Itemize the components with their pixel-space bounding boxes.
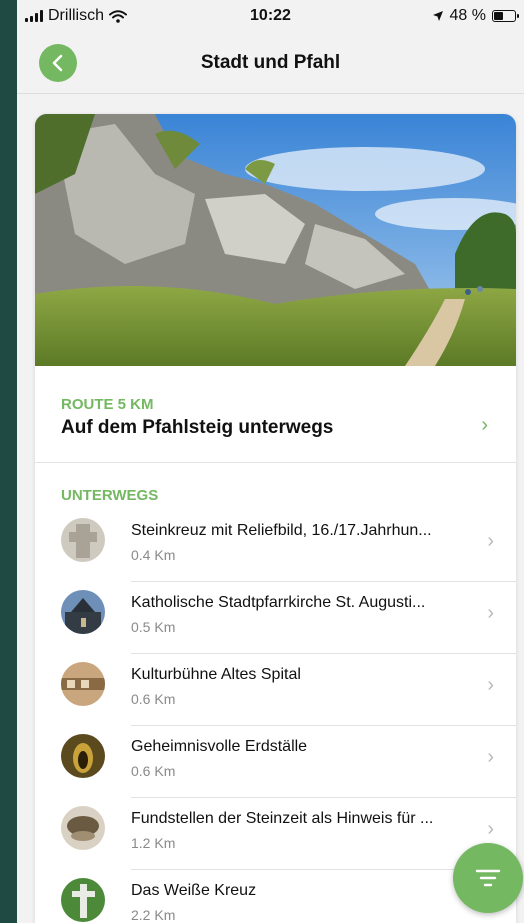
chevron-right-icon: ›: [487, 530, 494, 552]
page-title: Stadt und Pfahl: [200, 52, 341, 73]
battery-icon: [492, 10, 519, 22]
phone-screen: Drillisch 10:22 48 % Stadt und Pfahl ROU…: [17, 0, 524, 923]
chevron-right-icon: ›: [481, 414, 488, 436]
list-item[interactable]: Katholische Stadtpfarrkirche St. Augusti…: [35, 582, 516, 654]
tour-card: ROUTE 5 KM Auf dem Pfahlsteig unterwegs …: [35, 114, 516, 923]
item-distance: 0.6 Km: [131, 691, 176, 707]
section-title: UNTERWEGS: [61, 487, 159, 504]
route-link[interactable]: ROUTE 5 KM Auf dem Pfahlsteig unterwegs …: [35, 366, 516, 463]
filter-button[interactable]: [453, 843, 523, 913]
chevron-right-icon: ›: [487, 602, 494, 624]
item-title: Geheimnisvolle Erdställe: [131, 738, 308, 755]
item-distance: 0.5 Km: [131, 619, 176, 635]
item-title: Steinkreuz mit Reliefbild, 16./17.Jahrhu…: [131, 522, 432, 539]
route-kicker: ROUTE 5 KM: [61, 396, 154, 413]
item-title: Fundstellen der Steinzeit als Hinweis fü…: [131, 810, 434, 827]
item-title: Kulturbühne Altes Spital: [131, 666, 301, 683]
filter-icon: [475, 869, 501, 887]
item-distance: 0.4 Km: [131, 547, 176, 563]
status-bar: Drillisch 10:22 48 %: [17, 0, 524, 34]
item-distance: 0.6 Km: [131, 763, 176, 779]
stone-cross-thumb: [61, 518, 105, 562]
item-title: Das Weiße Kreuz: [131, 882, 257, 899]
tunnel-thumb: [61, 734, 105, 778]
battery-fill: [494, 12, 504, 20]
white-cross-thumb: [61, 878, 105, 922]
status-right: 48 %: [432, 7, 519, 25]
list-item[interactable]: Fundstellen der Steinzeit als Hinweis fü…: [35, 798, 516, 870]
list-item[interactable]: Steinkreuz mit Reliefbild, 16./17.Jahrhu…: [35, 510, 516, 582]
item-title: Katholische Stadtpfarrkirche St. Augusti…: [131, 594, 426, 611]
hero-image: [35, 114, 516, 366]
chevron-right-icon: ›: [487, 674, 494, 696]
list-item[interactable]: Geheimnisvolle Erdställe 0.6 Km ›: [35, 726, 516, 798]
stone-artifact-thumb: [61, 806, 105, 850]
item-distance: 2.2 Km: [131, 907, 176, 923]
item-distance: 1.2 Km: [131, 835, 176, 851]
building-thumb: [61, 662, 105, 706]
battery-percent: 48 %: [449, 7, 486, 24]
chevron-right-icon: ›: [487, 818, 494, 840]
route-title: Auf dem Pfahlsteig unterwegs: [61, 417, 334, 438]
church-thumb: [61, 590, 105, 634]
list-item[interactable]: Kulturbühne Altes Spital 0.6 Km ›: [35, 654, 516, 726]
location-arrow-icon: [432, 11, 443, 21]
poi-list: Steinkreuz mit Reliefbild, 16./17.Jahrhu…: [35, 510, 516, 923]
chevron-right-icon: ›: [487, 746, 494, 768]
list-item[interactable]: Das Weiße Kreuz 2.2 Km: [35, 870, 516, 923]
nav-bar: Stadt und Pfahl: [17, 34, 524, 94]
